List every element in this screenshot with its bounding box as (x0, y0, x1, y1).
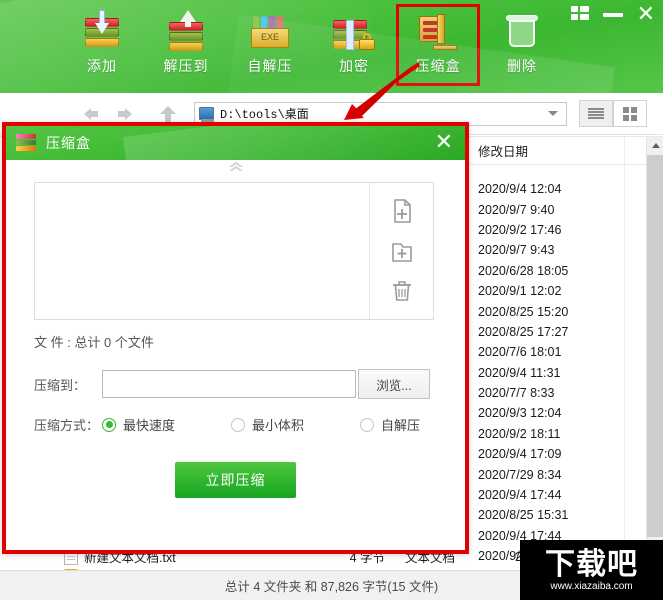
toolbar-item-extract-to[interactable]: 解压到 (144, 4, 228, 86)
dialog-close-icon[interactable]: ✕ (435, 130, 453, 154)
date-column: 2020/9/4 12:04 2020/9/7 9:40 2020/9/2 17… (466, 179, 624, 566)
radio-label-sfx: 自解压 (381, 418, 421, 433)
window-controls: ✕ (570, 3, 655, 25)
radio-option-sfx[interactable]: 自解压 (360, 415, 420, 434)
close-button[interactable]: ✕ (637, 3, 655, 25)
add-file-icon[interactable] (389, 198, 415, 224)
address-input[interactable]: D:\tools\桌面 (220, 105, 548, 122)
column-divider-right (624, 137, 625, 551)
compress-now-button[interactable]: 立即压缩 (175, 462, 296, 498)
grid-icon (623, 106, 637, 121)
watermark-main: 下载吧 (545, 547, 638, 581)
archive-extract-icon (163, 8, 209, 54)
list-item[interactable]: 2020/9/4 17:44 (466, 485, 624, 505)
nav-arrows (84, 105, 176, 123)
radio-indicator (231, 417, 246, 432)
main-toolbar: 添加 解压到 EXE 自解压 加密 压缩盒 删除 ✕ (0, 0, 663, 93)
application-window: 添加 解压到 EXE 自解压 加密 压缩盒 删除 ✕ D:\tools\桌面 修… (0, 0, 663, 600)
radio-indicator (102, 417, 116, 432)
save-to-input[interactable] (102, 370, 356, 398)
radio-option-fastest[interactable]: 最快速度 (102, 415, 175, 434)
scroll-up-button[interactable] (647, 137, 663, 154)
toolbar-label-compress-box: 压缩盒 (415, 58, 461, 74)
toolbar-label-extract-to: 解压到 (163, 58, 209, 74)
files-summary: 文 件 : 总计 0 个文件 (34, 335, 154, 350)
column-header-date-label: 修改日期 (478, 145, 529, 159)
browse-button[interactable]: 浏览... (358, 369, 430, 399)
list-item[interactable]: 2020/9/3 12:04 (466, 403, 624, 423)
radio-label-smallest: 最小体积 (252, 418, 305, 433)
dialog-title-bar: 压缩盒 ✕ (6, 126, 465, 160)
dialog-title: 压缩盒 (46, 135, 91, 151)
list-item[interactable]: 2020/9/4 17:09 (466, 444, 624, 464)
drop-area-tools (369, 183, 433, 319)
forward-icon[interactable] (114, 105, 132, 123)
chevron-down-icon[interactable] (548, 111, 558, 116)
save-to-label: 压缩到： (34, 377, 87, 393)
list-item[interactable]: 2020/9/4 12:04 (466, 179, 624, 199)
status-text: 总计 4 文件夹 和 87,826 字节(15 文件) (224, 580, 439, 594)
list-icon (588, 107, 604, 120)
list-item[interactable]: 2020/8/25 15:20 (466, 301, 624, 321)
list-item[interactable]: 2020/7/7 8:33 (466, 383, 624, 403)
list-item[interactable]: 2020/7/6 18:01 (466, 342, 624, 362)
trash-icon[interactable] (389, 278, 415, 304)
toolbar-label-encrypt: 加密 (339, 58, 369, 74)
compress-box-icon (415, 8, 461, 54)
compress-box-dialog: 压缩盒 ✕ 文 件: 总计 0 个文件 压缩到： 浏览... 压缩方式： 最快… (2, 122, 469, 554)
list-item[interactable]: 2020/9/2 18:11 (466, 424, 624, 444)
file-drop-area[interactable] (34, 182, 434, 320)
dropped-files-list[interactable] (35, 183, 369, 319)
list-item[interactable]: 2020/8/25 15:31 (466, 505, 624, 525)
toolbar-item-compress-box[interactable]: 压缩盒 (396, 4, 480, 86)
radio-option-smallest[interactable]: 最小体积 (231, 415, 304, 434)
column-header-date[interactable]: 修改日期 (466, 137, 646, 165)
watermark-sub: www.xiazaiba.com (550, 580, 633, 592)
menu-grid-icon[interactable] (570, 6, 589, 22)
vertical-scrollbar[interactable] (646, 137, 663, 551)
watermark: 下载吧 www.xiazaiba.com (520, 540, 663, 600)
toolbar-item-delete[interactable]: 删除 (480, 4, 564, 86)
toolbar-items: 添加 解压到 EXE 自解压 加密 压缩盒 删除 (60, 4, 564, 86)
view-list-button[interactable] (579, 100, 613, 127)
dialog-body: 文 件 : 总计 0 个文件 压缩到： 浏览... 压缩方式： 最快速度 最小体… (6, 160, 465, 498)
toolbar-label-delete: 删除 (507, 58, 537, 74)
compress-mode-row: 压缩方式： 最快速度 最小体积 自解压 (34, 415, 437, 434)
scrollbar-thumb[interactable] (647, 155, 663, 537)
minimize-button[interactable] (602, 6, 623, 22)
list-item[interactable]: 2020/9/7 9:40 (466, 199, 624, 219)
list-item[interactable]: 2020/7/29 8:34 (466, 464, 624, 484)
toolbar-item-encrypt[interactable]: 加密 (312, 4, 396, 86)
view-mode-buttons (579, 100, 647, 127)
save-to-row: 压缩到： 浏览... (34, 369, 437, 399)
radio-label-fastest: 最快速度 (123, 418, 176, 433)
toolbar-label-add: 添加 (87, 58, 117, 74)
view-grid-button[interactable] (613, 100, 647, 127)
toolbar-item-sfx[interactable]: EXE 自解压 (228, 4, 312, 86)
exe-icon: EXE (247, 8, 293, 54)
toolbar-label-sfx: 自解压 (247, 58, 293, 74)
archive-add-icon (79, 8, 125, 54)
chevron-up-icon (651, 143, 660, 148)
trash-icon (499, 8, 545, 54)
compress-mode-label: 压缩方式： (34, 418, 100, 433)
list-item[interactable]: 2020/9/1 12:02 (466, 281, 624, 301)
add-folder-icon[interactable] (389, 238, 415, 264)
list-item[interactable]: 2020/9/7 9:43 (466, 240, 624, 260)
computer-icon (199, 107, 214, 122)
back-icon[interactable] (84, 105, 102, 123)
up-icon[interactable] (160, 105, 176, 123)
list-item[interactable]: 2020/9/2 17:46 (466, 220, 624, 240)
list-item[interactable]: 2020/6/28 18:05 (466, 261, 624, 281)
archive-lock-icon (331, 8, 377, 54)
dialog-actions: 立即压缩 (34, 462, 437, 498)
app-logo-icon (16, 134, 36, 152)
list-item[interactable]: 2020/8/25 17:27 (466, 322, 624, 342)
list-item[interactable]: 2020/9/4 11:31 (466, 363, 624, 383)
toolbar-item-add[interactable]: 添加 (60, 4, 144, 86)
radio-indicator (360, 417, 375, 432)
